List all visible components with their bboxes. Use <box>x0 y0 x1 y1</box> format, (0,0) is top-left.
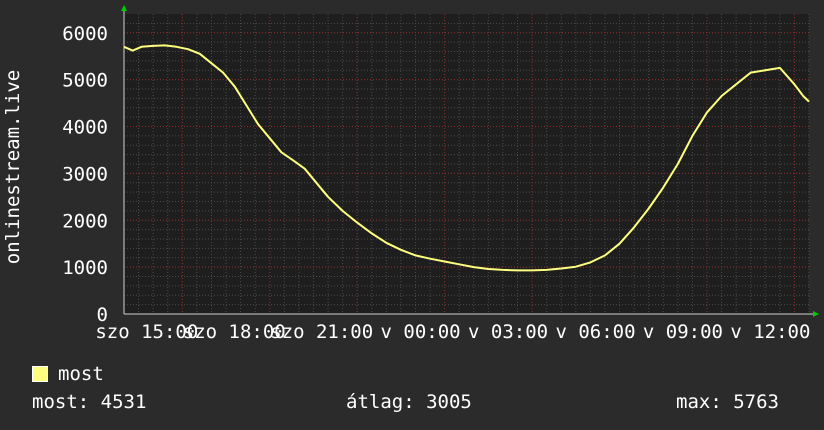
x-tick-label: szo 21:00 <box>270 321 373 343</box>
y-tick-label: 1000 <box>62 257 108 279</box>
x-axis-arrow-icon <box>813 311 819 317</box>
y-tick-label: 4000 <box>62 117 108 139</box>
stat-average: átlag: 3005 <box>346 391 472 413</box>
x-tick-label: v 03:00 <box>468 321 548 343</box>
x-tick-label: v 06:00 <box>555 321 635 343</box>
stat-current: most: 4531 <box>32 391 147 413</box>
legend-label: most <box>58 363 104 385</box>
x-tick-label: v 09:00 <box>643 321 723 343</box>
x-tick-label: v 00:00 <box>381 321 461 343</box>
legend-swatch <box>32 366 48 382</box>
rrd-graph: 0 1000 2000 3000 4000 5000 6000 szo 15:00 szo 18… <box>0 0 824 430</box>
y-axis-arrow-icon <box>121 5 127 11</box>
y-tick-label: 6000 <box>62 23 108 45</box>
stats-row: most: 4531 átlag: 3005 max: 5763 <box>0 391 824 417</box>
y-tick-label: 2000 <box>62 210 108 232</box>
y-tick-label: 3000 <box>62 163 108 185</box>
line-chart: 0100020003000400050006000szo 15:00szo 18… <box>2 5 819 343</box>
legend: most <box>32 363 104 385</box>
y-tick-label: 5000 <box>62 70 108 92</box>
x-tick-label: v 12:00 <box>730 321 810 343</box>
stat-max: max: 5763 <box>676 391 779 413</box>
y-axis-label: onlinestream.live <box>2 70 24 264</box>
